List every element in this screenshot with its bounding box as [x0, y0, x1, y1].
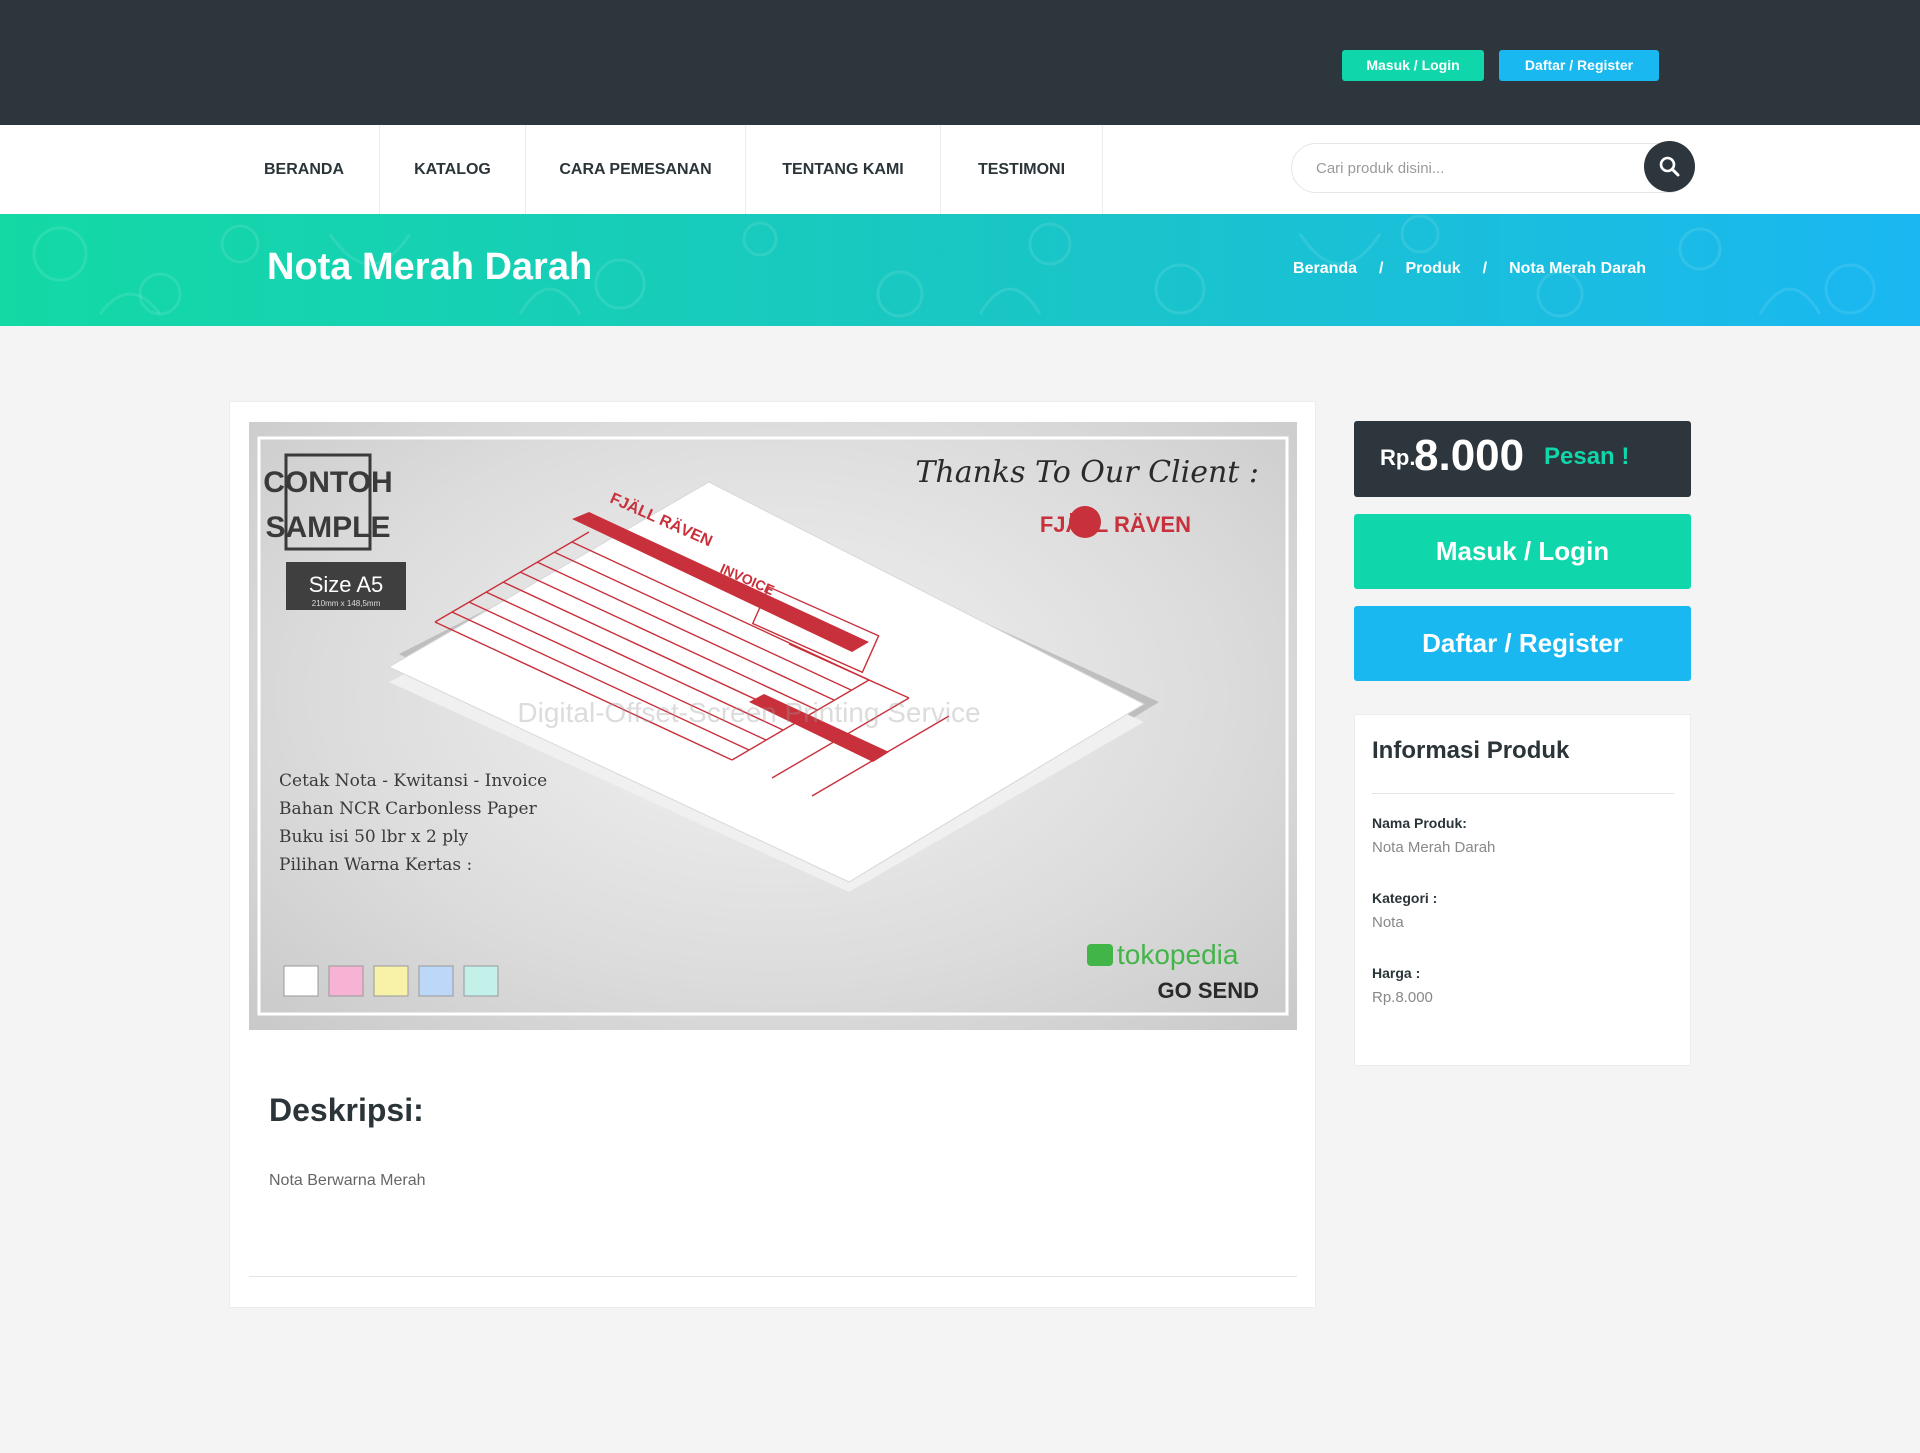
client-logo-text: FJÄLL RÄVEN	[1040, 512, 1191, 537]
breadcrumb-produk[interactable]: Produk	[1406, 260, 1461, 277]
fox-logo-icon	[1069, 506, 1101, 538]
product-info-title: Informasi Produk	[1372, 737, 1570, 764]
feature-line: Bahan NCR Carbonless Paper	[279, 799, 538, 819]
nav-item-beranda[interactable]: BERANDA	[229, 125, 380, 214]
nav-item-cara-pemesanan[interactable]: CARA PEMESANAN	[526, 125, 746, 214]
feature-line: Buku isi 50 lbr x 2 ply	[279, 827, 469, 847]
nav-item-tentang-kami[interactable]: TENTANG KAMI	[746, 125, 941, 214]
product-image-art: CONTOH SAMPLE Size A5 210mm x 148,5mm Th…	[257, 436, 1289, 1016]
size-label: Size A5	[309, 572, 384, 597]
main-navbar: BERANDA KATALOG CARA PEMESANAN TENTANG K…	[0, 125, 1920, 214]
divider	[249, 1276, 1297, 1277]
product-image[interactable]: CONTOH SAMPLE Size A5 210mm x 148,5mm Th…	[249, 422, 1297, 1030]
product-category-label: Kategori :	[1372, 890, 1438, 906]
paper-swatch-green	[463, 965, 499, 997]
thanks-text: Thanks To Our Client :	[915, 455, 1259, 490]
header-login-button[interactable]: Masuk / Login	[1342, 50, 1484, 81]
page-hero: Nota Merah Darah Beranda / Produk / Nota Mer…	[0, 214, 1920, 326]
paper-swatch-yellow	[373, 965, 409, 997]
price-currency: Rp.	[1380, 445, 1416, 470]
page-title: Nota Merah Darah	[267, 246, 593, 288]
description-text: Nota Berwarna Merah	[269, 1172, 426, 1189]
product-price-value: Rp.8.000	[1372, 989, 1433, 1006]
product-info-panel: Informasi Produk Nama Produk: Nota Merah…	[1354, 714, 1691, 1066]
paper-swatch-white	[283, 965, 319, 997]
sidebar-register-button[interactable]: Daftar / Register	[1354, 606, 1691, 681]
product-name-label: Nama Produk:	[1372, 815, 1467, 831]
product-price-label: Harga :	[1372, 965, 1421, 981]
search-input[interactable]	[1316, 144, 1616, 192]
paper-swatch-blue	[418, 965, 454, 997]
invoice-pad-illustration: INVOICE FJÄLL RÄVEN	[387, 481, 1159, 892]
price-value: 8.000	[1414, 431, 1525, 480]
sample-label: SAMPLE	[265, 511, 390, 544]
watermark-text: Digital-Offset-Screen Printing Service	[517, 697, 980, 728]
product-card: CONTOH SAMPLE Size A5 210mm x 148,5mm Th…	[229, 401, 1316, 1308]
gosend-logo-text: GO SEND	[1158, 978, 1259, 1003]
breadcrumb: Beranda / Produk / Nota Merah Darah	[1285, 260, 1654, 278]
feature-line: Cetak Nota - Kwitansi - Invoice	[279, 771, 547, 791]
tokopedia-bag-icon	[1087, 944, 1113, 966]
product-category-value: Nota	[1372, 914, 1404, 931]
tokopedia-logo-text: tokopedia	[1117, 939, 1239, 970]
feature-line: Pilihan Warna Kertas :	[279, 855, 472, 875]
search-button[interactable]	[1644, 141, 1695, 192]
product-name-value: Nota Merah Darah	[1372, 839, 1496, 856]
contoh-label: CONTOH	[263, 466, 392, 499]
breadcrumb-separator: /	[1379, 260, 1384, 277]
divider	[1372, 793, 1674, 794]
description-title: Deskripsi:	[269, 1092, 424, 1128]
price-box: Rp. 8.000 Pesan !	[1354, 421, 1691, 497]
search-icon	[1659, 156, 1680, 177]
top-bar: Masuk / Login Daftar / Register	[0, 0, 1920, 125]
sidebar-login-button[interactable]: Masuk / Login	[1354, 514, 1691, 589]
breadcrumb-beranda[interactable]: Beranda	[1293, 260, 1357, 277]
nav-item-katalog[interactable]: KATALOG	[380, 125, 526, 214]
breadcrumb-current: Nota Merah Darah	[1509, 260, 1646, 277]
nav-item-testimoni[interactable]: TESTIMONI	[941, 125, 1103, 214]
order-button[interactable]: Pesan !	[1544, 443, 1629, 471]
search-box	[1291, 143, 1693, 193]
size-detail-label: 210mm x 148,5mm	[312, 599, 381, 608]
header-register-button[interactable]: Daftar / Register	[1499, 50, 1659, 81]
breadcrumb-separator: /	[1482, 260, 1488, 277]
paper-swatch-pink	[328, 965, 364, 997]
